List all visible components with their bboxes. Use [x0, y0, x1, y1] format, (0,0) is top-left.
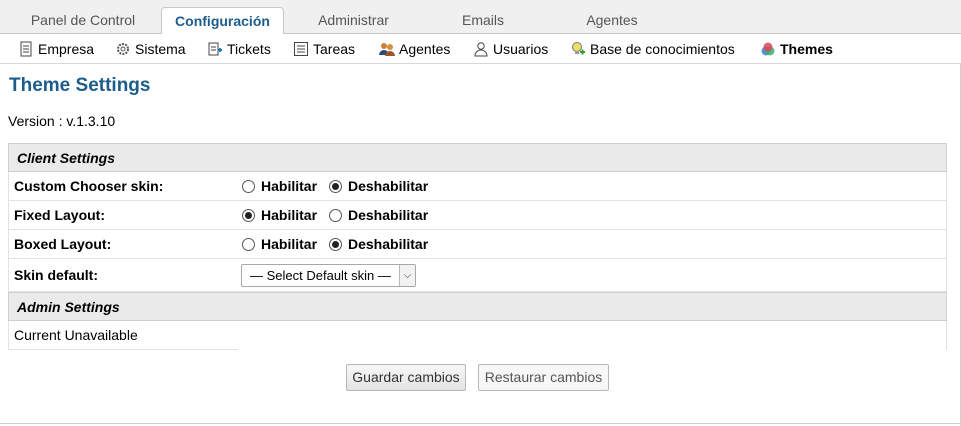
agents-icon: [379, 43, 395, 56]
tab-agentes[interactable]: Agentes: [570, 7, 654, 34]
knowledgebase-icon: [572, 42, 585, 55]
option-label: Deshabilitar: [348, 236, 429, 252]
admin-current-text: Current Unavailable: [14, 327, 138, 343]
custom-chooser-label: Custom Chooser skin:: [14, 178, 164, 194]
boxed-layout-enable-option[interactable]: Habilitar: [242, 230, 317, 258]
main-tab-bar: Panel de Control Configuración Administr…: [0, 0, 961, 35]
skin-default-value: — Select Default skin —: [250, 268, 391, 283]
client-settings-heading: Client Settings: [8, 143, 947, 172]
save-button[interactable]: Guardar cambios: [346, 364, 466, 391]
chevron-down-icon[interactable]: ⌵: [399, 265, 415, 286]
page-title: Theme Settings: [9, 75, 151, 96]
skin-default-label: Skin default:: [14, 267, 99, 283]
subnav-item-empresa[interactable]: Empresa: [18, 34, 94, 64]
list-icon: [294, 42, 308, 56]
custom-chooser-disable-radio[interactable]: [329, 180, 342, 193]
subnav-item-sistema[interactable]: Sistema: [115, 34, 186, 64]
admin-settings-heading: Admin Settings: [8, 292, 947, 321]
user-icon: [474, 42, 488, 57]
subnav-item-themes[interactable]: Themes: [760, 34, 833, 64]
boxed-layout-row: Boxed Layout: Habilitar Deshabilitar: [8, 230, 947, 259]
themes-icon: [761, 42, 775, 56]
subnav-item-base-de-conocimientos[interactable]: Base de conocimientos: [570, 34, 735, 64]
gear-icon: [117, 43, 129, 55]
subnav-label: Tickets: [227, 41, 271, 57]
subnav-label: Empresa: [38, 41, 95, 57]
version-text: Version : v.1.3.10: [8, 113, 116, 129]
custom-chooser-row: Custom Chooser skin: Habilitar Deshabili…: [8, 172, 947, 201]
subnav-item-usuarios[interactable]: Usuarios: [473, 34, 548, 64]
boxed-layout-enable-radio[interactable]: [242, 238, 255, 251]
subnav-label: Base de conocimientos: [590, 41, 735, 57]
fixed-layout-disable-radio[interactable]: [329, 209, 342, 222]
settings-subnav: Empresa Sistema Tickets Tareas Agentes U…: [0, 34, 961, 64]
custom-chooser-enable-option[interactable]: Habilitar: [242, 172, 317, 200]
fixed-layout-enable-option[interactable]: Habilitar: [242, 201, 317, 229]
reset-button[interactable]: Restaurar cambios: [478, 364, 609, 391]
tab-administrar[interactable]: Administrar: [300, 7, 407, 34]
tab-configuracion[interactable]: Configuración: [161, 7, 284, 35]
option-label: Habilitar: [261, 178, 318, 194]
subnav-label: Agentes: [399, 41, 451, 57]
document-icon: [20, 41, 32, 57]
tab-emails[interactable]: Emails: [445, 7, 521, 34]
fixed-layout-row: Fixed Layout: Habilitar Deshabilitar: [8, 201, 947, 230]
ticket-icon: [208, 42, 222, 56]
subnav-label: Tareas: [313, 41, 356, 57]
option-label: Deshabilitar: [348, 178, 429, 194]
fixed-layout-enable-radio[interactable]: [242, 209, 255, 222]
row-divider: [9, 349, 238, 350]
subnav-item-agentes[interactable]: Agentes: [379, 34, 450, 64]
skin-default-select[interactable]: — Select Default skin — ⌵: [241, 264, 416, 287]
boxed-layout-disable-radio[interactable]: [329, 238, 342, 251]
subnav-item-tareas[interactable]: Tareas: [293, 34, 355, 64]
subnav-item-tickets[interactable]: Tickets: [207, 34, 271, 64]
skin-default-row: Skin default: — Select Default skin — ⌵: [8, 259, 947, 292]
subnav-label: Usuarios: [493, 41, 549, 57]
admin-current-row: Current Unavailable: [8, 321, 947, 350]
tab-panel-de-control[interactable]: Panel de Control: [13, 7, 153, 34]
fixed-layout-label: Fixed Layout:: [14, 207, 106, 223]
subnav-label: Sistema: [135, 41, 186, 57]
option-label: Deshabilitar: [348, 207, 429, 223]
subnav-label: Themes: [780, 41, 833, 57]
boxed-layout-disable-option[interactable]: Deshabilitar: [329, 230, 428, 258]
custom-chooser-disable-option[interactable]: Deshabilitar: [329, 172, 428, 200]
option-label: Habilitar: [261, 236, 318, 252]
boxed-layout-label: Boxed Layout:: [14, 236, 112, 252]
fixed-layout-disable-option[interactable]: Deshabilitar: [329, 201, 428, 229]
custom-chooser-enable-radio[interactable]: [242, 180, 255, 193]
option-label: Habilitar: [261, 207, 318, 223]
